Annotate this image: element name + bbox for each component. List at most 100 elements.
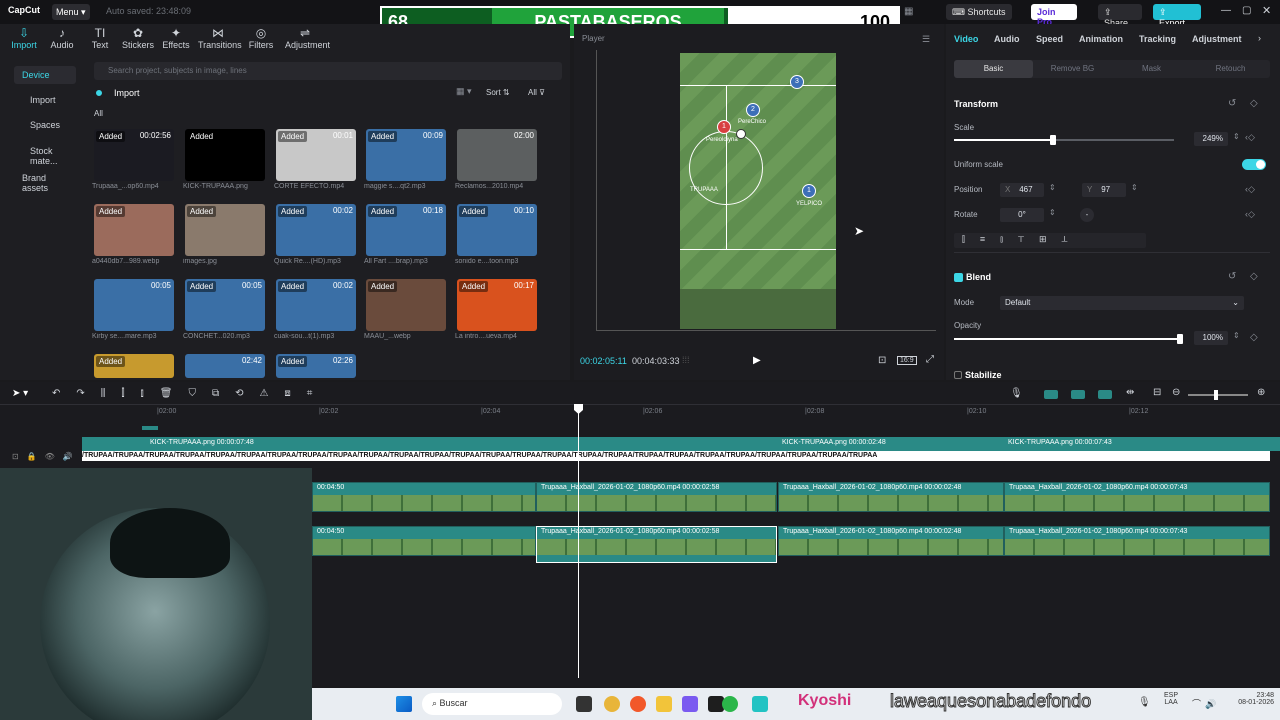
taskbar-search[interactable]: ⌕ Buscar — [422, 693, 562, 715]
fit-icon[interactable]: ⊡ — [878, 355, 886, 366]
layout-icon[interactable]: ▦ — [904, 6, 913, 17]
overlay-clip[interactable]: KICK-TRUPAAA.png 00:00:07:48 — [82, 437, 778, 451]
opacity-value[interactable]: 100% — [1194, 331, 1228, 345]
play-icon[interactable]: ▶ — [753, 355, 761, 366]
tool-adjustment[interactable]: ⇌ Adjustment — [285, 26, 330, 50]
tab-tracking[interactable]: Tracking — [1139, 34, 1176, 44]
tool-import[interactable]: ⇩ Import — [4, 26, 44, 50]
media-item[interactable]: Added 00:10 — [457, 204, 537, 256]
minimize-icon[interactable]: — — [1221, 5, 1231, 16]
reset-icon[interactable]: ↺ — [1228, 98, 1236, 109]
tool-transitions[interactable]: ⋈ Transitions — [198, 26, 242, 50]
tab-video[interactable]: Video — [954, 34, 978, 44]
video-clip[interactable]: 00:04:50 — [312, 482, 536, 512]
export-button[interactable]: ⇪ Export — [1153, 4, 1201, 28]
video-clip[interactable]: Trupaaa_Haxball_2026-01-02_1080p60.mp4 0… — [778, 482, 1004, 512]
scale-stepper-icon[interactable]: ⇕ — [1233, 132, 1240, 141]
keyframe-icon[interactable]: ◇ — [1250, 271, 1258, 282]
timecode-mode-icon[interactable]: ⁞⁞⁞ — [682, 355, 690, 365]
playhead[interactable] — [578, 404, 579, 678]
uniform-scale-toggle[interactable] — [1242, 159, 1266, 170]
video-clip[interactable]: Trupaaa_Haxball_2026-01-02_1080p60.mp4 0… — [778, 526, 1004, 556]
overlay-clip[interactable]: KICK-TRUPAAA.png 00:00:07:43 — [1004, 437, 1280, 451]
view-toggle-icon[interactable]: ▦ ▾ — [456, 86, 472, 97]
media-item[interactable]: Added 00:17 — [457, 279, 537, 331]
keyframe-icon[interactable]: ◇ — [1250, 98, 1258, 109]
split-view-icon[interactable]: ⇹ — [1126, 387, 1134, 398]
tool-stickers[interactable]: ✿ Stickers — [118, 26, 158, 50]
opacity-stepper-icon[interactable]: ⇕ — [1233, 331, 1240, 340]
media-item[interactable]: Added — [185, 204, 265, 256]
media-item[interactable]: Added 00:09 — [366, 129, 446, 181]
media-search-input[interactable]: Search project, subjects in image, lines — [94, 62, 562, 80]
tab-adjustment[interactable]: Adjustment — [1192, 34, 1242, 44]
tool-text[interactable]: TI Text — [80, 26, 120, 50]
whatsapp-icon[interactable] — [722, 696, 738, 712]
tray-icons[interactable]: ⌒🔊 — [1192, 697, 1220, 710]
keyframe-nav-icon[interactable]: ‹◇ — [1245, 132, 1255, 143]
caption-icon[interactable]: ⊟ — [1153, 387, 1161, 398]
sort-button[interactable]: Sort ⇅ — [486, 88, 510, 97]
media-item[interactable]: Added — [185, 129, 265, 181]
magnet-icon[interactable] — [1071, 390, 1085, 399]
filter-all[interactable]: All — [94, 109, 103, 118]
video-clip[interactable]: Trupaaa_Haxball_2026-01-02_1080p60.mp4 0… — [1004, 482, 1270, 512]
media-item[interactable]: Added 00:05 — [185, 279, 265, 331]
app-icon[interactable] — [682, 696, 698, 712]
file-explorer-icon[interactable] — [656, 696, 672, 712]
player-menu-icon[interactable]: ☰ — [922, 34, 930, 45]
aspect-ratio-button[interactable]: 16:9 — [897, 356, 917, 365]
task-view-icon[interactable] — [576, 696, 592, 712]
opacity-slider-knob[interactable] — [1177, 334, 1183, 344]
position-y-input[interactable]: Y 97 — [1082, 183, 1126, 197]
media-item[interactable]: Added 00:02 — [276, 279, 356, 331]
video-clip[interactable]: 00:04:50 — [312, 526, 536, 556]
zoom-slider[interactable] — [1188, 390, 1248, 400]
reset-icon[interactable]: ↺ — [1228, 271, 1236, 282]
zoom-in-icon[interactable]: ⊕ — [1257, 387, 1265, 398]
sidebar-item-import[interactable]: Import — [22, 91, 84, 109]
keyframe-icon[interactable]: ◇ — [1250, 332, 1258, 343]
clock[interactable]: 23:48 08-01-2026 — [1224, 692, 1274, 706]
media-item[interactable]: Added 00:02:56 — [94, 129, 174, 181]
microphone-icon[interactable]: 🎙 — [1010, 388, 1023, 399]
rotate-reset-button[interactable]: - — [1080, 208, 1094, 222]
opacity-slider[interactable] — [954, 338, 1180, 340]
media-item[interactable]: Added 00:02 — [276, 204, 356, 256]
sidebar-item-spaces[interactable]: Spaces — [22, 116, 84, 134]
microphone-icon[interactable]: 🎙 — [1138, 697, 1151, 708]
language-indicator[interactable]: ESP LAA — [1164, 692, 1178, 706]
subtab-mask[interactable]: Mask — [1112, 60, 1191, 78]
select-tool-icon[interactable]: ➤ ▾ — [12, 388, 28, 399]
more-tabs-icon[interactable]: › — [1258, 33, 1261, 43]
scale-slider-knob[interactable] — [1050, 135, 1056, 145]
join-pro-button[interactable]: Join Pro — [1031, 4, 1077, 27]
shortcuts-button[interactable]: ⌨ Shortcuts — [946, 4, 1012, 20]
media-item[interactable]: 02:00 — [457, 129, 537, 181]
tool-effects[interactable]: ✦ Effects — [156, 26, 196, 50]
media-item[interactable]: Added — [94, 354, 174, 378]
overlay-clip[interactable]: KICK-TRUPAAA.png 00:00:02:48 — [778, 437, 1004, 451]
video-clip[interactable]: Trupaaa_Haxball_2026-01-02_1080p60.mp4 0… — [536, 482, 777, 512]
tab-animation[interactable]: Animation — [1079, 34, 1123, 44]
all-button[interactable]: All ⊽ — [528, 88, 545, 97]
maximize-icon[interactable]: ▢ — [1242, 5, 1251, 16]
app-icon[interactable] — [752, 696, 768, 712]
blend-checkbox[interactable] — [954, 273, 963, 282]
rotate-stepper-icon[interactable]: ⇕ — [1049, 208, 1056, 217]
track-controls[interactable]: ⊡🔒👁🔊 — [12, 452, 81, 461]
position-x-input[interactable]: X 467 — [1000, 183, 1044, 197]
menu-button[interactable]: Menu ▾ — [52, 4, 90, 20]
media-item[interactable]: 00:05 — [94, 279, 174, 331]
fullscreen-icon[interactable]: ⤢ — [926, 354, 934, 365]
chrome-icon[interactable] — [604, 696, 620, 712]
sidebar-item-device[interactable]: Device — [14, 66, 76, 84]
import-button[interactable]: Import — [114, 88, 140, 98]
subtab-retouch[interactable]: Retouch — [1191, 60, 1270, 78]
snap-icon[interactable] — [1098, 390, 1112, 399]
subtab-remove-bg[interactable]: Remove BG — [1033, 60, 1112, 78]
media-item[interactable]: 02:42 — [185, 354, 265, 378]
media-item[interactable]: Added 02:26 — [276, 354, 356, 378]
scale-value[interactable]: 249% — [1194, 132, 1228, 146]
media-item[interactable]: Added 00:18 — [366, 204, 446, 256]
